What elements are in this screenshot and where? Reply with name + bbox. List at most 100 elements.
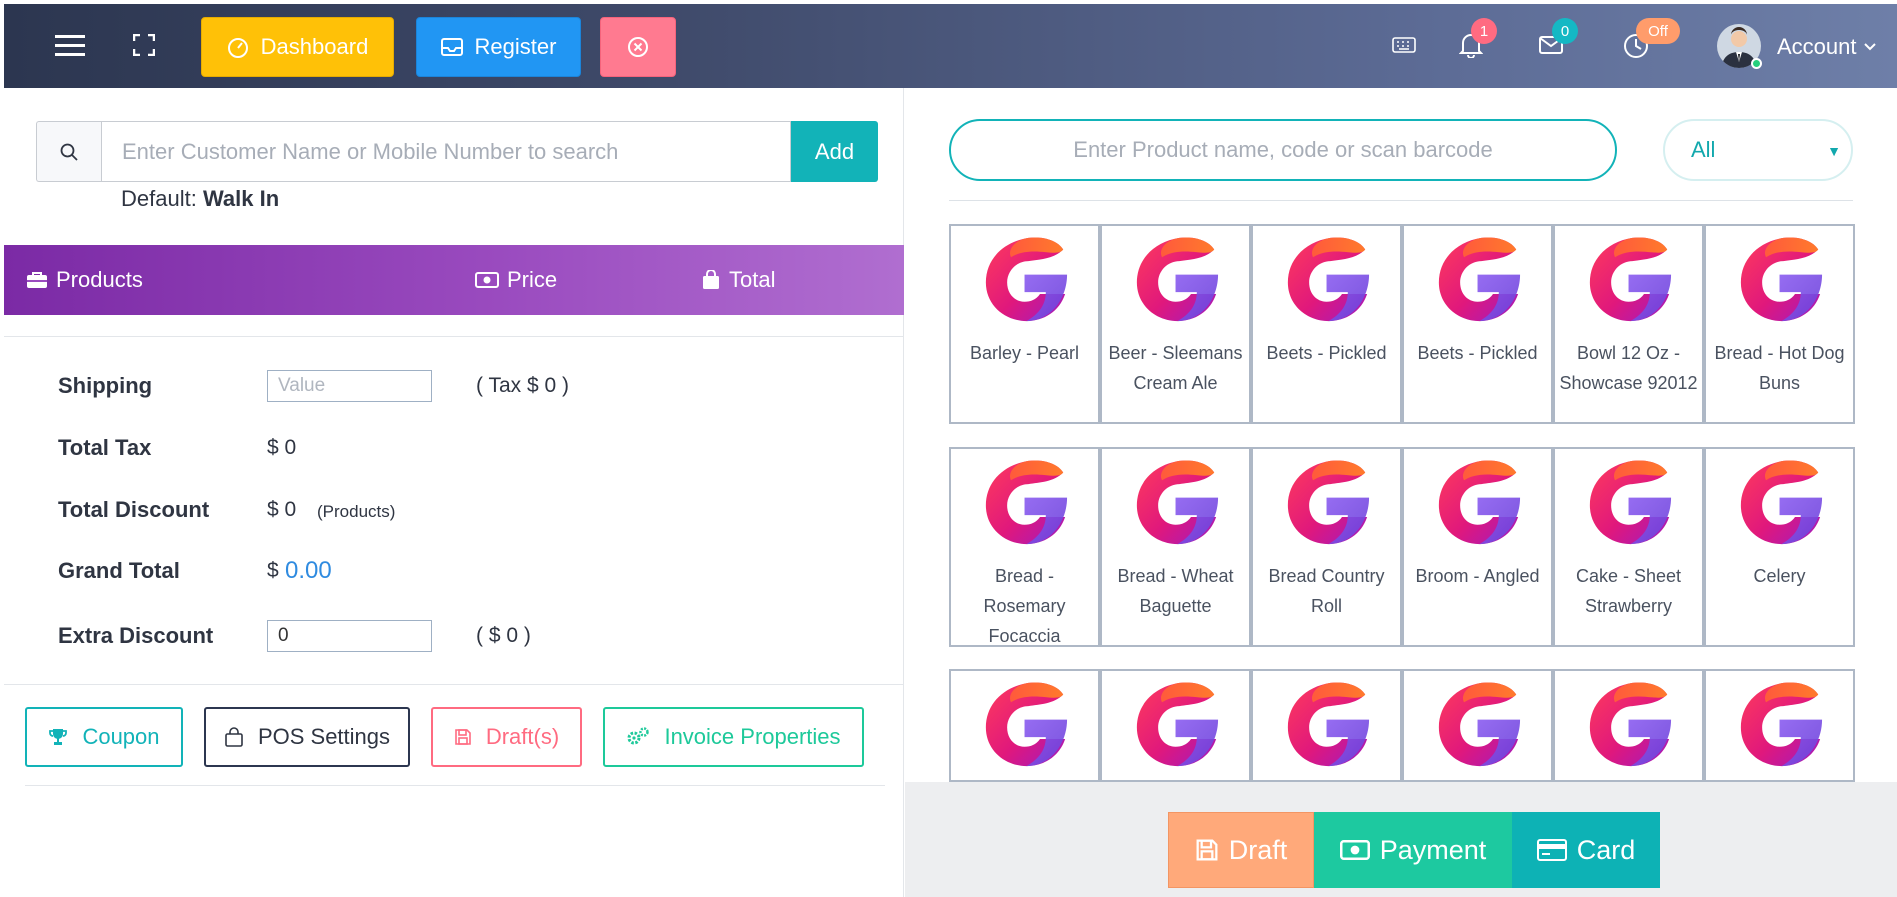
total-discount-note: (Products) — [317, 502, 396, 521]
cart-table-header: Products Price Total — [4, 245, 904, 315]
register-button[interactable]: Register — [416, 17, 581, 77]
customer-search: Add — [36, 121, 878, 182]
product-tile[interactable] — [949, 669, 1100, 782]
draft-button[interactable]: Draft — [1168, 812, 1314, 888]
cart-panel: Add Default: Walk In Products Price Tota… — [4, 88, 904, 897]
product-logo-icon — [1586, 459, 1673, 551]
speedometer-icon — [227, 38, 248, 58]
product-tile[interactable]: Beets - Pickled — [1251, 224, 1402, 424]
dashboard-button[interactable]: Dashboard — [201, 17, 394, 77]
product-name: Celery — [1753, 566, 1806, 586]
extra-discount-input[interactable] — [267, 620, 432, 652]
product-tile[interactable]: Broom - Angled — [1402, 447, 1553, 647]
product-logo-icon — [1737, 236, 1824, 328]
product-logo-icon — [982, 236, 1069, 328]
drafts-button[interactable]: Draft(s) — [431, 707, 582, 767]
pos-settings-button[interactable]: POS Settings — [204, 707, 410, 767]
drafts-label: Draft(s) — [485, 724, 560, 749]
product-name: Cake - Sheet Strawberry — [1575, 566, 1682, 616]
product-name: Broom - Angled — [1415, 566, 1540, 586]
money-icon — [475, 272, 499, 288]
product-tile[interactable]: Bread - Hot Dog Buns — [1704, 224, 1855, 424]
product-logo-icon — [1737, 459, 1824, 551]
card-button[interactable]: Card — [1512, 812, 1660, 888]
product-name: Barley - Pearl — [969, 343, 1080, 363]
product-tile[interactable]: Bread Country Roll — [1251, 447, 1402, 647]
close-register-button[interactable] — [600, 17, 676, 77]
divider — [4, 336, 904, 337]
product-tile[interactable]: Bread - Wheat Baguette — [1100, 447, 1251, 647]
product-tile[interactable]: Bowl 12 Oz - Showcase 92012 — [1553, 224, 1704, 424]
products-header-label: Products — [56, 267, 143, 292]
top-navbar: Dashboard Register 1 0 Off Account — [4, 4, 1897, 88]
chevron-down-icon — [1863, 43, 1876, 51]
account-menu[interactable]: Account — [1777, 34, 1877, 60]
extra-discount-label: Extra Discount — [58, 623, 214, 648]
add-customer-button[interactable]: Add — [791, 121, 878, 182]
product-logo-icon — [1737, 681, 1824, 773]
account-label: Account — [1777, 34, 1857, 59]
total-header-label: Total — [729, 267, 776, 292]
payment-button[interactable]: Payment — [1314, 812, 1512, 888]
product-logo-icon — [982, 459, 1069, 551]
shopping-bag-icon — [225, 727, 243, 747]
product-tile[interactable]: Beer - Sleemans Cream Ale — [1100, 224, 1251, 424]
total-discount-label: Total Discount — [58, 497, 210, 522]
invoice-properties-button[interactable]: Invoice Properties — [603, 707, 864, 767]
total-tax-label: Total Tax — [58, 435, 152, 460]
grand-total-value: 0.00 — [285, 557, 332, 584]
category-select[interactable]: All ▼ — [1663, 119, 1853, 181]
product-tile[interactable] — [1704, 669, 1855, 782]
coupon-button[interactable]: Coupon — [25, 707, 183, 767]
product-name: Beets - Pickled — [1266, 343, 1387, 363]
product-tile[interactable]: Beets - Pickled — [1402, 224, 1553, 424]
default-customer: Default: Walk In — [121, 186, 279, 212]
product-logo-icon — [1133, 681, 1220, 773]
customer-search-input[interactable] — [101, 121, 791, 182]
online-status-dot — [1751, 58, 1762, 69]
total-discount-value: $ 0 — [267, 498, 297, 521]
draft-label: Draft — [1228, 834, 1288, 865]
product-logo-icon — [1133, 236, 1220, 328]
notifications-badge: 1 — [1471, 18, 1497, 44]
total-column-header: Total — [701, 245, 775, 315]
credit-card-icon — [1536, 839, 1567, 861]
caret-down-icon: ▼ — [1827, 143, 1841, 159]
product-logo-icon — [1435, 681, 1522, 773]
default-customer-value: Walk In — [202, 186, 280, 211]
product-tile[interactable] — [1251, 669, 1402, 782]
product-name: Bread Country Roll — [1268, 566, 1385, 616]
coupon-label: Coupon — [82, 724, 160, 749]
invoice-properties-label: Invoice Properties — [664, 724, 841, 749]
hamburger-menu-icon[interactable] — [50, 26, 90, 66]
product-tile[interactable]: Cake - Sheet Strawberry — [1553, 447, 1704, 647]
keyboard-icon[interactable] — [1390, 32, 1418, 58]
product-tile[interactable]: Barley - Pearl — [949, 224, 1100, 424]
product-logo-icon — [1435, 236, 1522, 328]
shipping-label: Shipping — [58, 373, 153, 398]
grand-total-label: Grand Total — [58, 558, 180, 583]
product-tile[interactable]: Bread - Rosemary Focaccia — [949, 447, 1100, 647]
price-header-label: Price — [507, 267, 558, 292]
product-name: Bread - Rosemary Focaccia — [983, 566, 1066, 646]
total-tax-value: $ 0 — [267, 436, 297, 459]
product-logo-icon — [1586, 681, 1673, 773]
product-tile[interactable] — [1553, 669, 1704, 782]
messages-badge: 0 — [1552, 18, 1578, 44]
price-column-header: Price — [475, 245, 557, 315]
category-selected-value: All — [1691, 137, 1716, 162]
product-logo-icon — [1284, 236, 1371, 328]
pos-settings-label: POS Settings — [257, 724, 391, 749]
fullscreen-icon[interactable] — [129, 30, 159, 60]
clock-status-badge: Off — [1636, 18, 1680, 44]
product-logo-icon — [1133, 459, 1220, 551]
dashboard-label: Dashboard — [260, 34, 369, 59]
product-search-input[interactable] — [949, 119, 1617, 181]
product-name: Bread - Wheat Baguette — [1117, 566, 1234, 616]
briefcase-icon — [27, 272, 47, 288]
product-tile[interactable] — [1402, 669, 1553, 782]
product-tile[interactable] — [1100, 669, 1251, 782]
save-icon — [455, 729, 471, 745]
shipping-input[interactable] — [267, 370, 432, 402]
product-tile[interactable]: Celery — [1704, 447, 1855, 647]
